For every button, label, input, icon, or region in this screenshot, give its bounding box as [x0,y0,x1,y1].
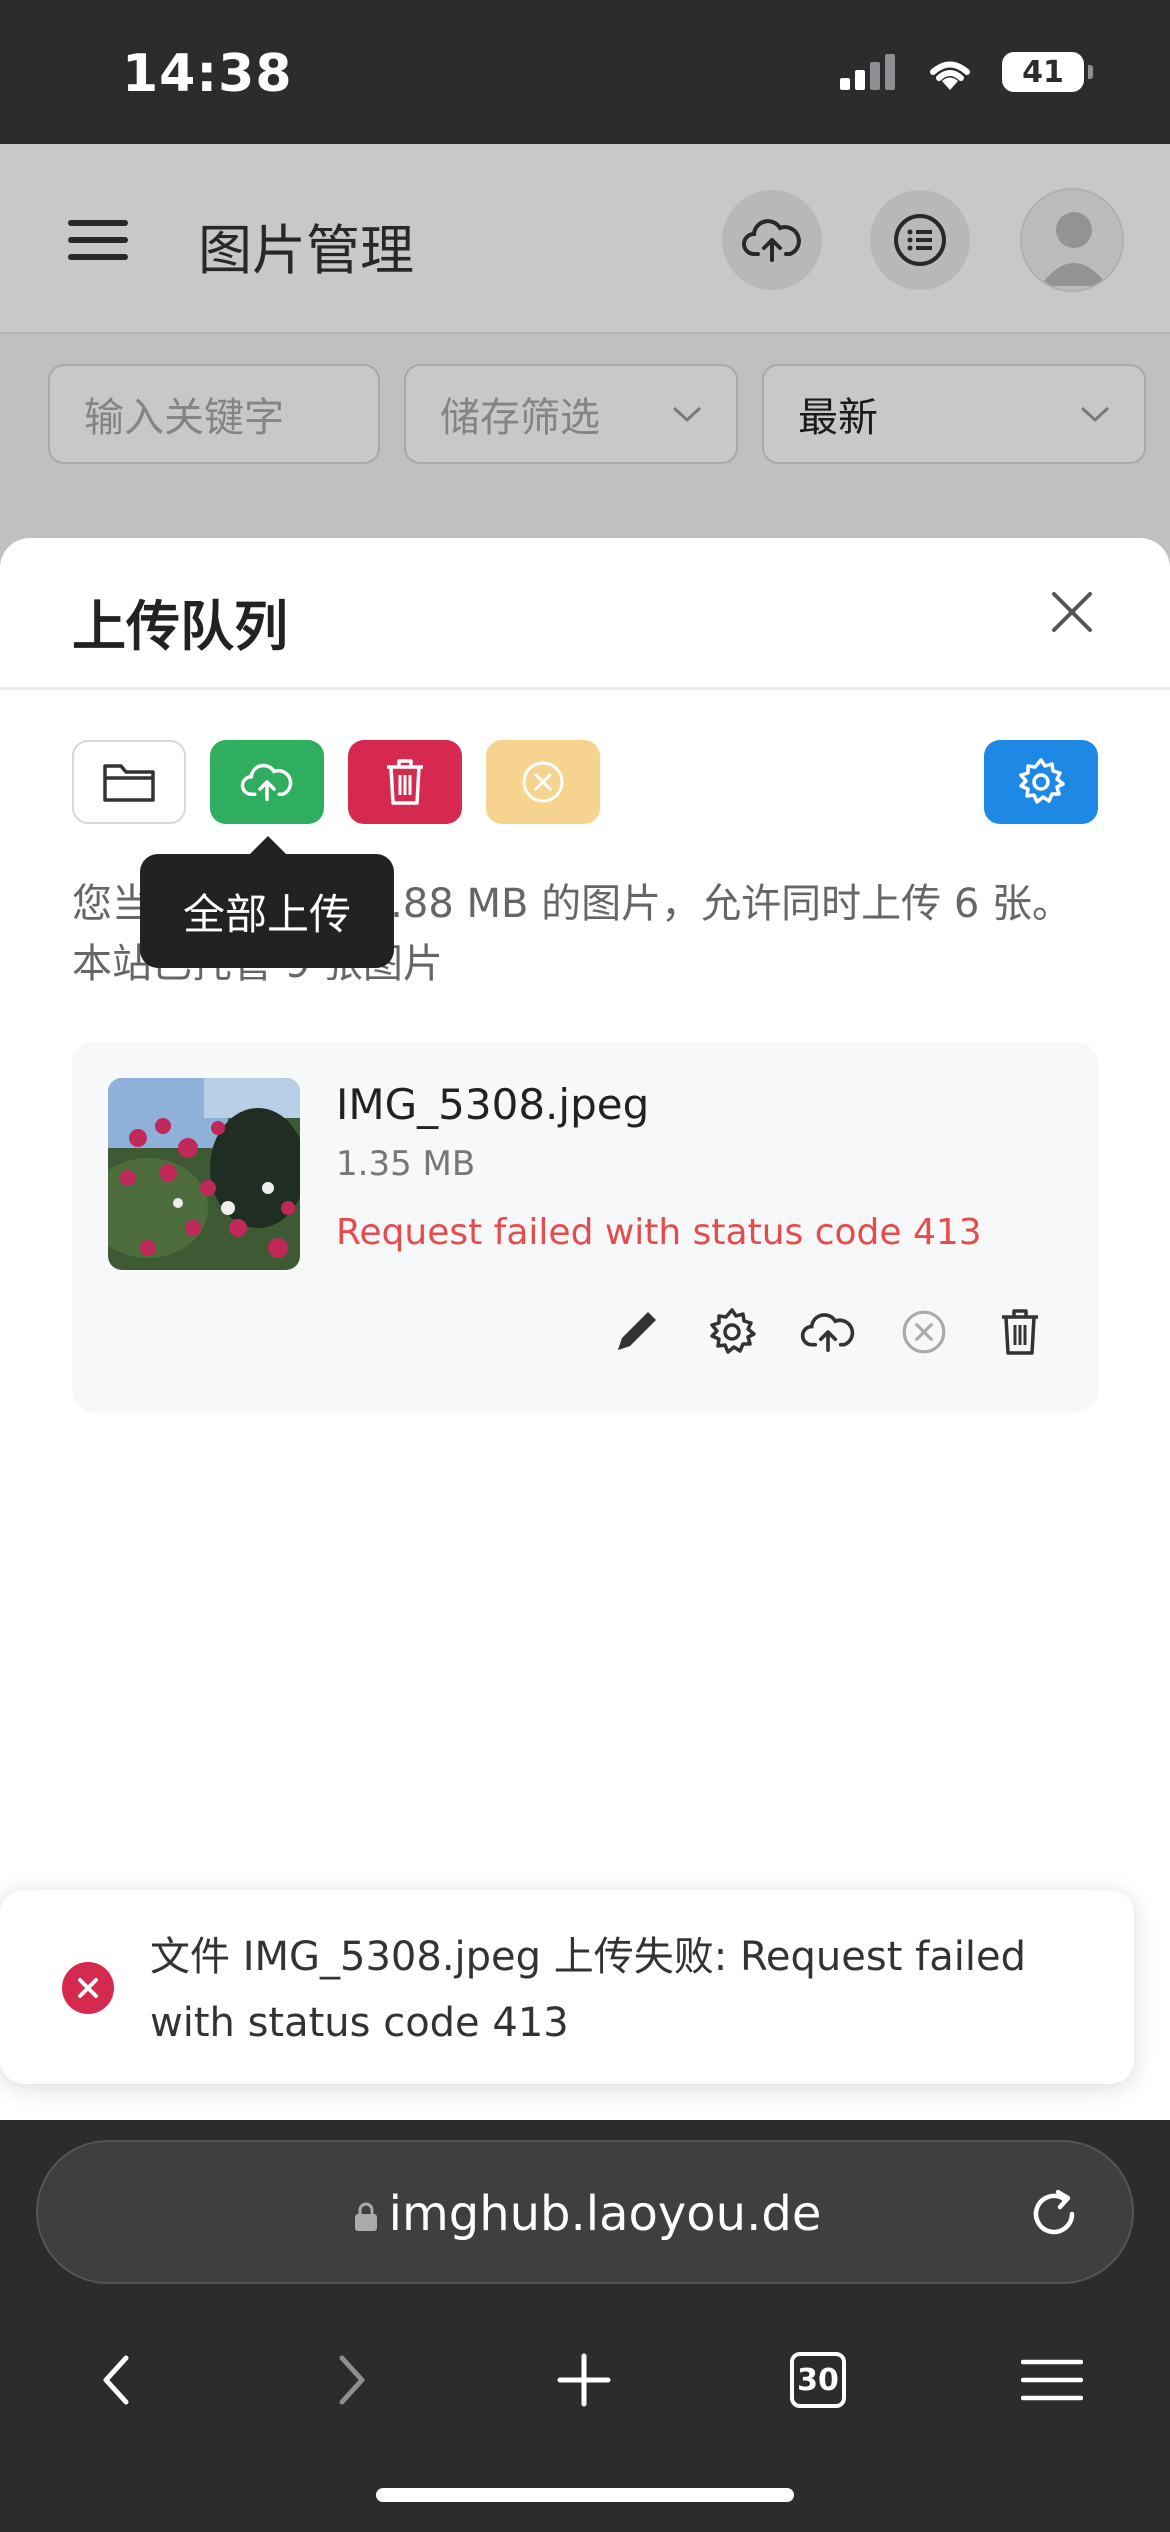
file-settings-button[interactable] [702,1302,762,1362]
browser-menu-button[interactable] [1012,2340,1092,2420]
file-error-message: Request failed with status code 413 [336,1212,982,1253]
reload-icon[interactable] [1024,2184,1084,2244]
cancel-file-button[interactable] [894,1302,954,1362]
back-button[interactable] [76,2340,156,2420]
upload-all-button[interactable] [210,740,324,824]
signal-icon [840,54,895,90]
select-folder-button[interactable] [72,740,186,824]
battery-level: 41 [1022,54,1064,90]
chevron-left-icon [103,2355,129,2405]
gear-icon [1019,758,1065,804]
cancel-icon [902,1310,946,1354]
tabs-button[interactable]: 30 [778,2340,858,2420]
forward-button[interactable] [312,2340,392,2420]
trash-icon [387,759,423,805]
edit-file-button[interactable] [606,1302,666,1362]
browser-toolbar: imghub.laoyou.de 30 [0,2120,1170,2532]
delete-file-button[interactable] [990,1302,1050,1362]
new-tab-button[interactable] [544,2340,624,2420]
home-indicator[interactable] [376,2488,794,2502]
cloud-upload-icon [240,763,293,802]
toast-message: 文件 IMG_5308.jpeg 上传失败: Request failed wi… [150,1934,1026,2046]
gear-icon [710,1308,756,1354]
url-text: imghub.laoyou.de [388,2186,822,2242]
folder-icon [103,764,155,802]
file-thumbnail [108,1078,300,1270]
upload-file-card: IMG_5308.jpeg 1.35 MB Request failed wit… [72,1042,1098,1412]
lock-icon [354,2202,377,2231]
address-bar[interactable]: imghub.laoyou.de [36,2140,1134,2284]
error-icon [62,1962,114,2014]
sheet-title: 上传队列 [72,595,288,658]
sheet-header: 上传队列 [0,538,1170,690]
upload-all-tooltip: 全部上传 [140,836,394,968]
menu-icon [1021,2359,1083,2401]
upload-settings-button[interactable] [984,740,1098,824]
close-icon[interactable] [1044,584,1100,640]
status-icons: 41 [838,52,1093,92]
tabs-count: 30 [797,2362,839,2398]
wifi-icon [930,61,970,90]
edit-icon [618,1312,656,1350]
delete-all-button[interactable] [348,740,462,824]
status-bar: 14:38 41 [0,0,1170,144]
plus-icon [557,2353,611,2407]
status-time: 14:38 [122,44,293,104]
chevron-right-icon [339,2355,365,2405]
url-display: imghub.laoyou.de [38,2186,1136,2242]
cancel-all-button[interactable] [486,740,600,824]
error-toast: 文件 IMG_5308.jpeg 上传失败: Request failed wi… [0,1890,1134,2084]
upload-file-button[interactable] [798,1302,858,1362]
cancel-icon [522,761,564,803]
tabs-icon: 30 [790,2352,846,2408]
file-name: IMG_5308.jpeg [336,1080,650,1129]
trash-icon [1002,1309,1038,1355]
file-size: 1.35 MB [336,1144,476,1184]
cloud-upload-icon [800,1313,855,1352]
battery-icon: 41 [1002,52,1093,92]
